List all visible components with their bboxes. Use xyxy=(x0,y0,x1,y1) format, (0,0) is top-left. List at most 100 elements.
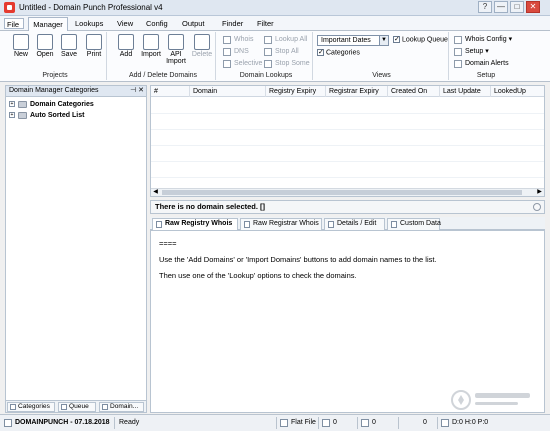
ribbon-menu-bar: File ▾ Manager Lookups View Config Outpu… xyxy=(0,16,550,40)
import-button[interactable]: Import xyxy=(139,34,163,68)
lookup-all-icon xyxy=(264,36,272,44)
minimize-button[interactable]: — xyxy=(494,1,508,13)
expand-icon[interactable]: + xyxy=(9,101,15,107)
tree-item-domain-categories[interactable]: + Domain Categories xyxy=(6,99,146,110)
tree-item-auto-sorted-list[interactable]: + Auto Sorted List xyxy=(6,110,146,121)
domain-alerts-button[interactable]: Domain Alerts xyxy=(453,59,509,69)
whois-lookup-button[interactable]: Whois xyxy=(222,35,253,45)
folder-open-icon xyxy=(37,34,53,50)
tab-view[interactable]: View xyxy=(117,19,133,28)
column-header-registrar-expiry[interactable]: Registrar Expiry xyxy=(325,86,387,97)
file-menu-label: File xyxy=(7,20,20,29)
open-button[interactable]: Open xyxy=(33,34,57,68)
folder-icon xyxy=(18,101,27,108)
tab-finder[interactable]: Finder xyxy=(222,19,243,28)
api-import-button[interactable]: API Import xyxy=(164,34,188,68)
details-tabbar: Raw Registry Whois Raw Registrar Whois D… xyxy=(150,217,545,230)
printer-icon xyxy=(86,34,102,50)
stop-some-button[interactable]: Stop Some xyxy=(263,59,310,69)
tab-raw-registrar-whois[interactable]: Raw Registrar Whois xyxy=(240,218,322,230)
views-group: Important Dates ▼ ✓ Lookup Queue ✓ Categori… xyxy=(315,32,449,80)
scroll-thumb[interactable] xyxy=(162,190,522,195)
file-menu[interactable]: File ▾ xyxy=(4,18,24,40)
tab-config[interactable]: Config xyxy=(146,19,168,28)
stop-all-button[interactable]: Stop All xyxy=(263,47,299,57)
tab-raw-registry-whois[interactable]: Raw Registry Whois xyxy=(152,218,238,230)
tab-filter[interactable]: Filter xyxy=(257,19,274,28)
lookup-counter-icon xyxy=(441,419,449,427)
edit-icon xyxy=(328,221,334,228)
panel-title: Domain Manager Categories xyxy=(9,87,99,94)
folder-icon xyxy=(18,112,27,119)
add-button[interactable]: Add xyxy=(114,34,138,68)
whois-config-button[interactable]: Whois Config ▾ xyxy=(453,35,512,45)
count-icon xyxy=(322,419,330,427)
status-state: Ready xyxy=(119,419,140,426)
status-separator xyxy=(276,417,277,429)
tab-queue[interactable]: Queue xyxy=(58,402,96,412)
status-app-icon xyxy=(4,419,12,427)
column-header-lookedup[interactable]: LookedUp xyxy=(490,86,544,97)
document-icon xyxy=(156,221,162,228)
tab-categories[interactable]: Categories xyxy=(7,402,55,412)
monitor-icon xyxy=(361,419,369,427)
stop-icon xyxy=(264,48,272,56)
categories-toggle[interactable]: ✓ Categories xyxy=(317,49,360,56)
help-button[interactable]: ? xyxy=(478,1,492,13)
horizontal-scrollbar[interactable]: ◀ ▶ xyxy=(151,188,544,196)
gear-icon xyxy=(454,36,462,44)
flat-file-icon xyxy=(280,419,288,427)
tab-custom-data[interactable]: Custom Data xyxy=(387,218,441,230)
save-icon xyxy=(61,34,77,50)
scroll-right-icon[interactable]: ▶ xyxy=(535,189,544,196)
domain-grid[interactable]: # Domain Registry Expiry Registrar Expir… xyxy=(150,85,545,197)
column-header-last-update[interactable]: Last Update xyxy=(439,86,490,97)
lookup-queue-checkbox[interactable]: ✓ xyxy=(393,36,400,43)
dns-lookup-button[interactable]: DNS xyxy=(222,47,249,57)
save-button[interactable]: Save xyxy=(57,34,81,68)
categories-checkbox[interactable]: ✓ xyxy=(317,49,324,56)
dns-icon xyxy=(223,48,231,56)
column-header-number[interactable]: # xyxy=(151,86,189,97)
plus-circle-icon xyxy=(118,34,134,50)
dropdown-arrow-icon: ▼ xyxy=(379,36,388,45)
view-select[interactable]: Important Dates ▼ xyxy=(317,35,389,46)
tab-manager[interactable]: Manager xyxy=(28,17,68,32)
lookup-all-button[interactable]: Lookup All xyxy=(263,35,307,45)
column-header-domain[interactable]: Domain xyxy=(189,86,265,97)
tab-output[interactable]: Output xyxy=(182,19,205,28)
grid-row-line xyxy=(151,161,544,162)
expand-icon[interactable]: + xyxy=(9,112,15,118)
tab-details-edit[interactable]: Details / Edit xyxy=(324,218,385,230)
api-import-icon xyxy=(168,34,184,50)
setup-button[interactable]: Setup ▾ xyxy=(453,47,489,57)
arrow-up-icon xyxy=(143,34,159,50)
panel-pin-close-icons[interactable]: ⊣ ✕ xyxy=(130,86,144,96)
selective-lookup-button[interactable]: Selective xyxy=(222,59,262,69)
status-separator xyxy=(357,417,358,429)
status-counters: D:0 H:0 P:0 xyxy=(452,419,489,426)
domain-lookups-group-label: Domain Lookups xyxy=(239,72,293,79)
scroll-left-icon[interactable]: ◀ xyxy=(151,189,160,196)
selective-icon xyxy=(223,60,231,68)
settings-icon[interactable] xyxy=(533,203,541,211)
grid-header: # Domain Registry Expiry Registrar Expir… xyxy=(151,86,544,97)
lookup-queue-toggle[interactable]: ✓ Lookup Queue xyxy=(393,36,448,43)
print-button[interactable]: Print xyxy=(82,34,106,68)
tab-lookups[interactable]: Lookups xyxy=(75,19,103,28)
grid-row-line xyxy=(151,177,544,178)
status-separator xyxy=(114,417,115,429)
status-flat-file: Flat File xyxy=(291,419,316,426)
category-tree: + Domain Categories + Auto Sorted List xyxy=(6,97,146,121)
status-count-2: 0 xyxy=(372,419,376,426)
maximize-button[interactable]: □ xyxy=(510,1,524,13)
grid-row-line xyxy=(151,145,544,146)
tab-domain[interactable]: Domain... xyxy=(99,402,144,412)
close-button[interactable]: ✕ xyxy=(526,1,540,13)
new-button[interactable]: New xyxy=(9,34,33,68)
column-header-created-on[interactable]: Created On xyxy=(387,86,439,97)
help-text-line: Then use one of the 'Lookup' options to … xyxy=(159,271,357,280)
delete-button[interactable]: Delete xyxy=(190,34,214,68)
column-header-registry-expiry[interactable]: Registry Expiry xyxy=(265,86,325,97)
left-panel-tabs: Categories Queue Domain... xyxy=(6,400,146,412)
